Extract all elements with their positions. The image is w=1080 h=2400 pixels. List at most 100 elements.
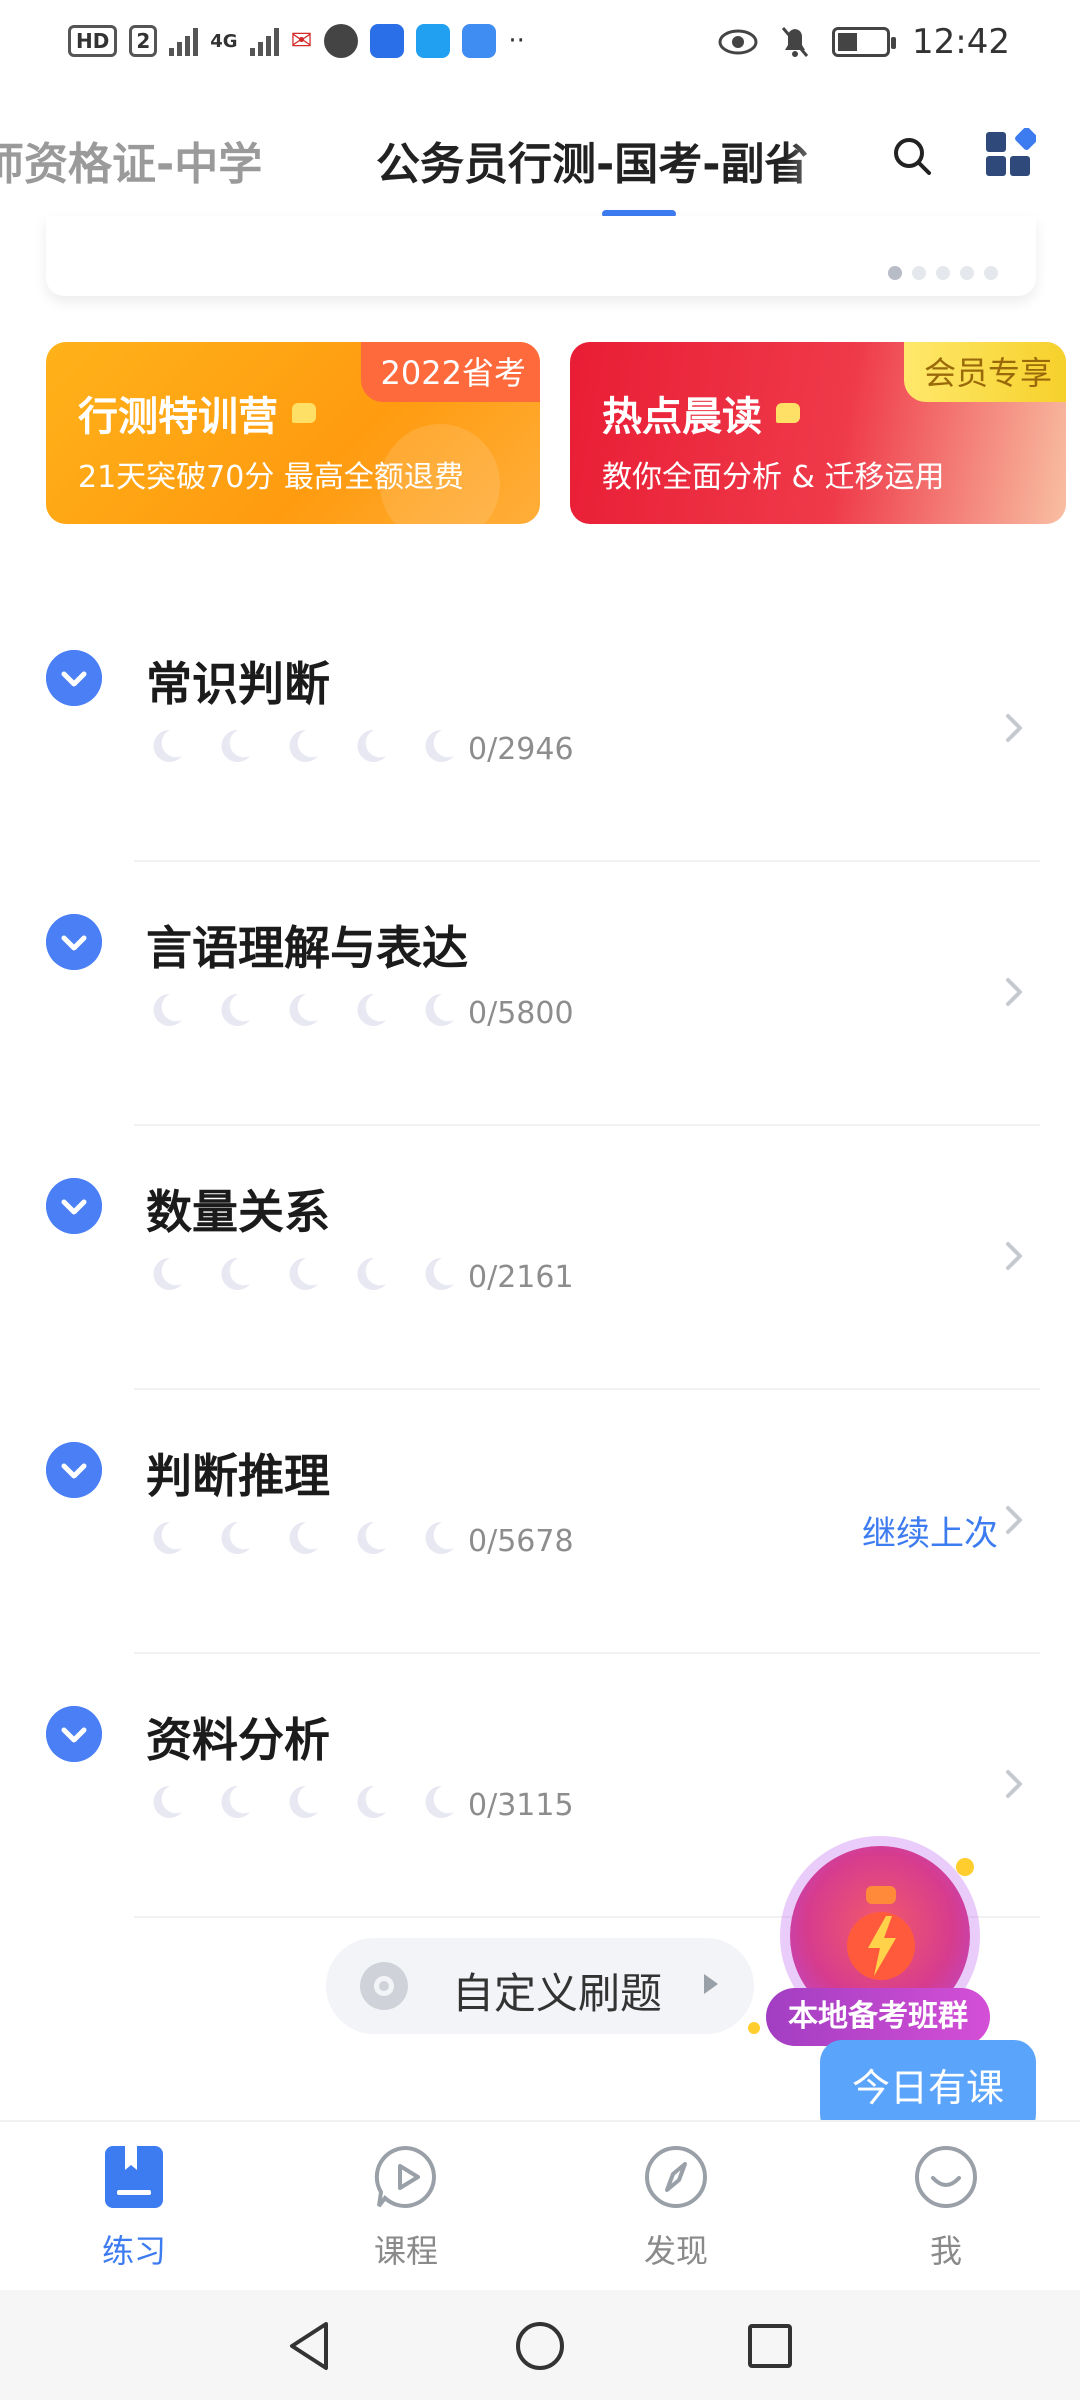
moon-rating-icon: [418, 1518, 458, 1558]
moon-rating-icon: [214, 990, 254, 1030]
gear-icon: [360, 1962, 408, 2010]
mute-bell-icon: [781, 27, 809, 57]
difficulty-rating: [146, 726, 458, 766]
nav-practice[interactable]: 练习: [64, 2142, 204, 2272]
promo-title: 热点晨读: [602, 384, 800, 442]
home-icon[interactable]: [512, 2318, 568, 2374]
moon-rating-icon: [214, 1518, 254, 1558]
eye-icon: [718, 29, 758, 55]
browser-app-icon: [324, 24, 359, 58]
progress-count: 0/2946: [468, 732, 574, 767]
promo-card-training-camp[interactable]: 2022省考 行测特训营 21天突破70分 最高全额退费: [46, 342, 540, 524]
nav-label: 练习: [101, 2232, 166, 2270]
moon-rating-icon: [146, 990, 186, 1030]
bulb-app-icon: [370, 24, 405, 58]
category-name: 言语理解与表达: [146, 921, 468, 975]
difficulty-rating: [146, 1254, 458, 1294]
chat-bubble-icon: [776, 403, 800, 423]
promo-title: 行测特训营: [78, 384, 316, 442]
nav-label: 发现: [643, 2232, 708, 2270]
moon-rating-icon: [214, 1782, 254, 1822]
expand-chevron-icon[interactable]: [46, 1706, 102, 1762]
moon-rating-icon: [282, 726, 322, 766]
system-nav-bar: [0, 2290, 1080, 2400]
moon-rating-icon: [350, 1254, 390, 1294]
category-row[interactable]: 判断推理 0/5678 继续上次: [0, 1390, 1080, 1654]
back-icon[interactable]: [282, 2318, 338, 2374]
moon-rating-icon: [282, 1518, 322, 1558]
moon-rating-icon: [282, 1254, 322, 1294]
tab-teacher-cert[interactable]: 师资格证-中学: [0, 128, 262, 192]
book-icon: [105, 2146, 163, 2208]
moon-rating-icon: [146, 1518, 186, 1558]
sparkle-dot: [748, 2022, 760, 2034]
tab-civil-service[interactable]: 公务员行测-国考-副省: [376, 128, 856, 192]
custom-practice-button[interactable]: 自定义刷题: [326, 1938, 754, 2034]
progress-count: 0/3115: [468, 1788, 574, 1823]
category-name: 常识判断: [146, 657, 330, 711]
category-row[interactable]: 言语理解与表达 0/5800: [0, 862, 1080, 1126]
difficulty-rating: [146, 1782, 458, 1822]
moon-rating-icon: [418, 990, 458, 1030]
difficulty-rating: [146, 990, 458, 1030]
nav-label: 我: [929, 2232, 962, 2270]
more-notifications-icon: ··: [508, 26, 525, 56]
progress-count: 0/5800: [468, 996, 574, 1031]
promo-badge: 会员专享: [903, 342, 1066, 402]
category-row[interactable]: 数量关系 0/2161: [0, 1126, 1080, 1390]
study-group-label[interactable]: 本地备考班群: [766, 1988, 990, 2046]
search-app-icon: [416, 24, 451, 58]
expand-chevron-icon[interactable]: [46, 914, 102, 970]
status-left: HD 2 4G ✉ ··: [68, 24, 525, 58]
category-grid-icon[interactable]: [984, 128, 1036, 180]
battery-icon: [832, 27, 897, 57]
signal-icon: [169, 26, 199, 56]
expand-chevron-icon[interactable]: [46, 1442, 102, 1498]
chevron-right-icon: [1006, 1506, 1022, 1534]
network-type: 4G: [210, 30, 238, 52]
profile-icon: [915, 2146, 977, 2208]
sim-indicator: 2: [129, 25, 158, 57]
moon-rating-icon: [418, 726, 458, 766]
promo-badge: 2022省考: [360, 342, 540, 402]
moon-rating-icon: [350, 1782, 390, 1822]
moon-rating-icon: [214, 726, 254, 766]
nav-courses[interactable]: 课程: [336, 2142, 476, 2272]
status-right: 12:42: [718, 22, 1010, 62]
sparkle-dot: [956, 1858, 974, 1876]
compass-icon: [645, 2146, 707, 2208]
bottom-nav: 练习 课程 发现 我: [0, 2120, 1080, 2290]
play-arrow-icon: [704, 1974, 718, 1994]
carousel-dots: [888, 266, 998, 280]
banner-carousel[interactable]: [46, 216, 1036, 296]
expand-chevron-icon[interactable]: [46, 1178, 102, 1234]
lightning-bottle-icon: [847, 1886, 915, 1980]
play-bubble-icon: [374, 2145, 436, 2208]
promo-subtitle: 教你全面分析 & 迁移运用: [602, 460, 945, 495]
signal-icon-2: [249, 26, 279, 56]
mail-app-icon: ✉: [290, 26, 313, 56]
category-name: 判断推理: [146, 1449, 330, 1503]
moon-rating-icon: [350, 990, 390, 1030]
nav-me[interactable]: 我: [876, 2142, 1016, 2272]
search-icon[interactable]: [888, 132, 936, 180]
moon-rating-icon: [350, 1518, 390, 1558]
category-row[interactable]: 常识判断 0/2946: [0, 598, 1080, 862]
promo-card-morning-read[interactable]: 会员专享 热点晨读 教你全面分析 & 迁移运用: [570, 342, 1066, 524]
moon-rating-icon: [146, 1254, 186, 1294]
difficulty-rating: [146, 1518, 458, 1558]
custom-practice-label: 自定义刷题: [452, 1969, 663, 2018]
moon-rating-icon: [214, 1254, 254, 1294]
promo-subtitle: 21天突破70分 最高全额退费: [78, 460, 464, 495]
expand-chevron-icon[interactable]: [46, 650, 102, 706]
chevron-right-icon: [1006, 714, 1022, 742]
exam-tabs: 师资格证-中学 公务员行测-国考-副省: [0, 110, 1080, 220]
moon-rating-icon: [146, 1782, 186, 1822]
status-bar: HD 2 4G ✉ ·· 12:42: [0, 0, 1080, 96]
carousel-dot: [888, 266, 902, 280]
recents-icon[interactable]: [742, 2318, 798, 2374]
progress-count: 0/5678: [468, 1524, 574, 1559]
nav-discover[interactable]: 发现: [606, 2142, 746, 2272]
carousel-dot: [912, 266, 926, 280]
continue-last-link[interactable]: 继续上次: [862, 1506, 998, 1555]
